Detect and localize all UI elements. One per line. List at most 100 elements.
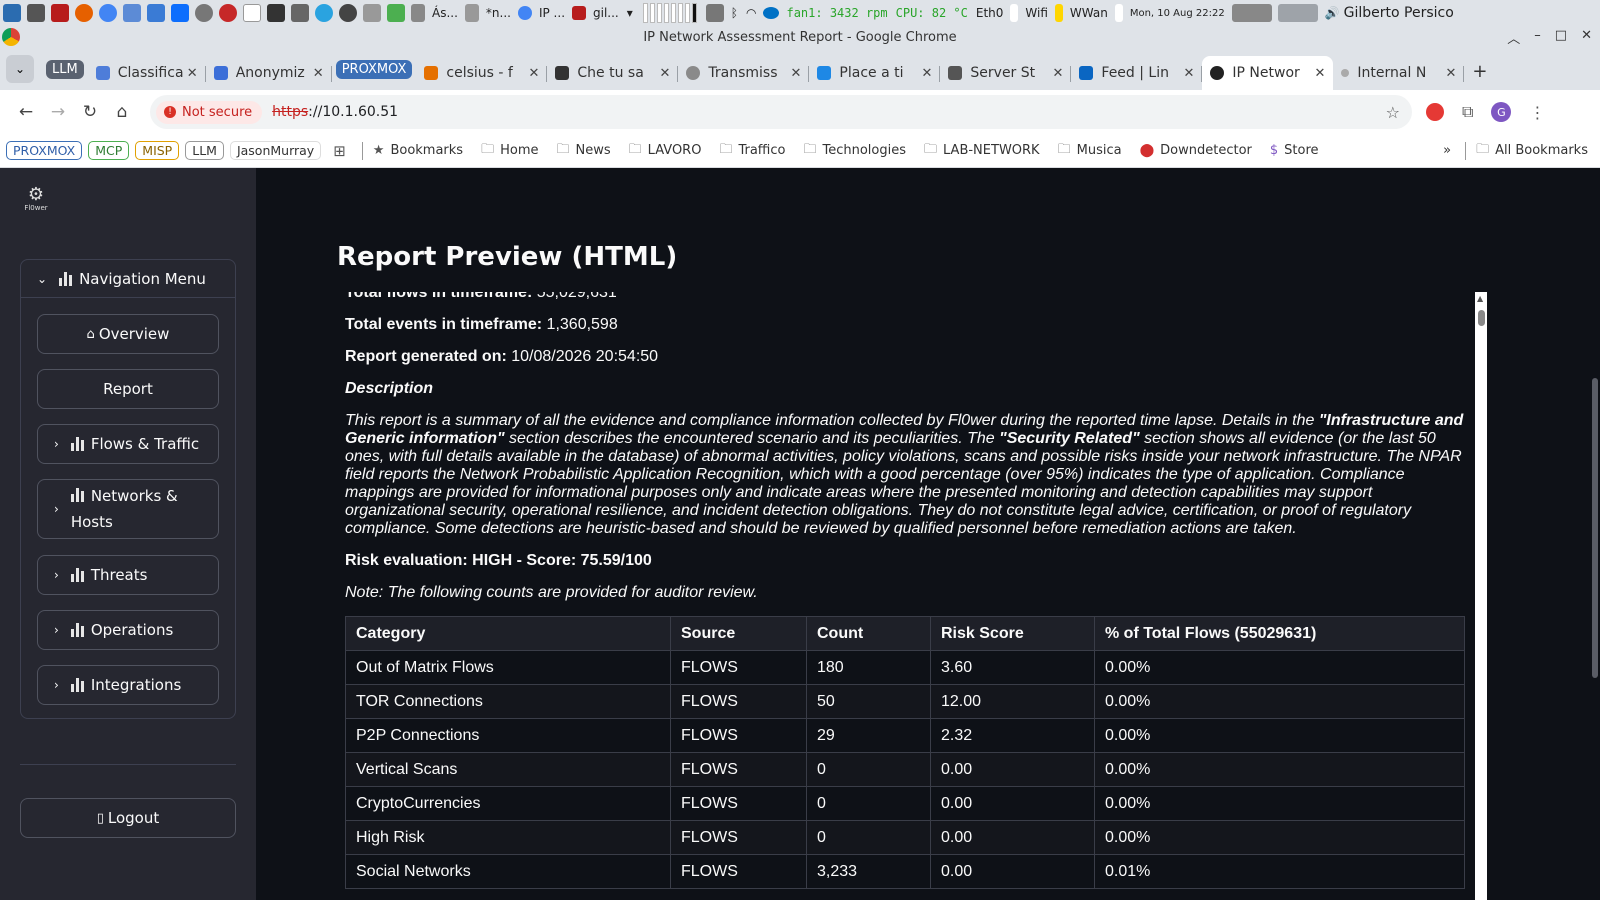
bookmark-group-mcp[interactable]: MCP bbox=[88, 141, 130, 160]
close-tab-icon[interactable]: ✕ bbox=[1053, 66, 1064, 81]
terminal-icon[interactable] bbox=[572, 6, 587, 20]
logout-button[interactable]: ▯ Logout bbox=[20, 798, 236, 838]
tab[interactable]: Feed | Lin ✕ bbox=[1071, 56, 1203, 90]
editor-icon[interactable] bbox=[363, 4, 381, 22]
scrollbar-thumb[interactable] bbox=[1478, 310, 1485, 326]
preview-scrollbar[interactable]: ▲ bbox=[1475, 292, 1487, 900]
network-icon[interactable] bbox=[147, 4, 165, 22]
tab[interactable]: Classifica ✕ bbox=[88, 56, 206, 90]
report-button[interactable]: Report bbox=[37, 369, 219, 409]
chrome-window-thumb[interactable] bbox=[1231, 4, 1272, 22]
page-scrollbar[interactable] bbox=[1592, 378, 1598, 678]
workspace-switcher[interactable] bbox=[642, 3, 697, 23]
tools-icon[interactable] bbox=[411, 4, 425, 22]
home-icon[interactable]: ⌂ bbox=[106, 96, 138, 128]
editor-icon[interactable] bbox=[464, 4, 479, 22]
overview-button[interactable]: ⌂ Overview bbox=[37, 314, 219, 354]
close-tab-icon[interactable]: ✕ bbox=[187, 66, 198, 81]
forward-icon[interactable]: → bbox=[42, 96, 74, 128]
address-bar[interactable]: ! Not secure https://10.1.60.51 ☆ bbox=[150, 95, 1412, 129]
profile-avatar[interactable]: G bbox=[1491, 102, 1512, 122]
tab[interactable]: Place a ti ✕ bbox=[809, 56, 941, 90]
bookmark-lab-network[interactable]: 🗀 LAB-NETWORK bbox=[924, 140, 1040, 162]
document-icon[interactable] bbox=[243, 4, 261, 22]
clock[interactable]: Mon, 10 Aug 22:22 bbox=[1130, 8, 1225, 19]
minimize-icon[interactable]: – bbox=[1534, 28, 1541, 47]
bookmark-star-icon[interactable]: ☆ bbox=[1386, 103, 1400, 122]
extensions-puzzle-icon[interactable]: ⧉ bbox=[1462, 102, 1473, 122]
chevron-down-icon[interactable]: ▾ bbox=[627, 6, 633, 20]
reload-icon[interactable]: ↻ bbox=[74, 96, 106, 128]
integrations-expander[interactable]: › Integrations bbox=[37, 665, 219, 705]
tray-window-label[interactable]: gil... bbox=[593, 6, 619, 20]
app-icon[interactable] bbox=[171, 4, 189, 22]
bookmark-home[interactable]: 🗀 Home bbox=[481, 140, 538, 162]
networks-hosts-expander[interactable]: › Networks & Hosts bbox=[37, 479, 219, 539]
bookmark-bookmarks[interactable]: ★ Bookmarks bbox=[373, 143, 463, 158]
app-icon[interactable] bbox=[219, 4, 237, 22]
back-icon[interactable]: ← bbox=[10, 96, 42, 128]
tab[interactable]: Transmiss ✕ bbox=[678, 56, 810, 90]
tab[interactable]: Che tu sa ✕ bbox=[547, 56, 679, 90]
bookmark-group-llm[interactable]: LLM bbox=[185, 141, 224, 160]
settings-icon[interactable] bbox=[27, 4, 45, 22]
bookmark-technologies[interactable]: 🗀 Technologies bbox=[803, 140, 906, 162]
scroll-up-icon[interactable]: ▲ bbox=[1477, 294, 1483, 303]
close-tab-icon[interactable]: ✕ bbox=[313, 66, 324, 81]
app-icon[interactable] bbox=[195, 4, 213, 22]
more-bookmarks-icon[interactable]: » bbox=[1443, 143, 1451, 158]
tab[interactable]: Server St ✕ bbox=[940, 56, 1072, 90]
more-menu-icon[interactable]: ⋮ bbox=[1529, 103, 1545, 122]
shield-icon[interactable] bbox=[267, 4, 285, 22]
report-preview-frame[interactable]: Total flows in timeframe: 55,029,631 Tot… bbox=[337, 292, 1471, 900]
bookmark-store[interactable]: $ Store bbox=[1270, 143, 1319, 158]
maximize-icon[interactable]: □ bbox=[1555, 28, 1567, 47]
tab-group-proxmox[interactable]: PROXMOX bbox=[335, 60, 413, 79]
url-text[interactable]: https://10.1.60.51 bbox=[272, 104, 398, 120]
new-tab-button[interactable]: + bbox=[1472, 61, 1487, 82]
bluetooth-icon[interactable]: ᛒ bbox=[731, 6, 738, 20]
bookmark-group-jasonmurray[interactable]: JasonMurray bbox=[229, 141, 322, 160]
apps-grid-icon[interactable]: ⊞ bbox=[333, 142, 346, 160]
wifi-icon[interactable]: ◠ bbox=[746, 6, 756, 20]
close-icon[interactable]: ✕ bbox=[1581, 28, 1592, 47]
chevron-up-icon[interactable]: ︿ bbox=[1507, 28, 1520, 47]
tab[interactable]: celsius - f ✕ bbox=[416, 56, 548, 90]
tab[interactable]: Internal N ✕ bbox=[1333, 56, 1465, 90]
chrome-icon[interactable] bbox=[517, 6, 532, 20]
close-tab-icon[interactable]: ✕ bbox=[1446, 66, 1457, 81]
extension-icon[interactable] bbox=[1426, 103, 1444, 121]
tools-icon[interactable] bbox=[291, 4, 309, 22]
bookmark-lavoro[interactable]: 🗀 LAVORO bbox=[629, 140, 702, 162]
bookmark-musica[interactable]: 🗀 Musica bbox=[1058, 140, 1122, 162]
threats-expander[interactable]: › Threats bbox=[37, 555, 219, 595]
close-tab-icon[interactable]: ✕ bbox=[791, 66, 802, 81]
app-launcher-icon[interactable] bbox=[3, 4, 21, 22]
tray-window-label[interactable]: *n... bbox=[486, 6, 511, 20]
tab-group-llm[interactable]: LLM bbox=[46, 60, 84, 79]
terminal-icon[interactable] bbox=[51, 4, 69, 22]
tray-window-label[interactable]: Ás... bbox=[432, 6, 458, 20]
operations-expander[interactable]: › Operations bbox=[37, 610, 219, 650]
firefox-icon[interactable] bbox=[75, 4, 93, 22]
tab[interactable]: Anonymiz ✕ bbox=[206, 56, 332, 90]
tray-window-label[interactable]: IP ... bbox=[539, 6, 565, 20]
navigation-menu-header[interactable]: ⌄ Navigation Menu bbox=[21, 260, 235, 298]
close-tab-icon[interactable]: ✕ bbox=[529, 66, 540, 81]
window-thumb[interactable] bbox=[1277, 4, 1318, 22]
bookmark-group-misp[interactable]: MISP bbox=[135, 141, 180, 160]
close-tab-icon[interactable]: ✕ bbox=[660, 66, 671, 81]
telegram-icon[interactable] bbox=[315, 4, 333, 22]
app-icon[interactable] bbox=[387, 4, 405, 22]
bookmark-traffico[interactable]: 🗀 Traffico bbox=[719, 140, 785, 162]
chrome-icon[interactable] bbox=[99, 4, 117, 22]
bookmark-downdetector[interactable]: ⬤ Downdetector bbox=[1140, 143, 1252, 158]
flows-traffic-expander[interactable]: › Flows & Traffic bbox=[37, 424, 219, 464]
tab-active[interactable]: IP Networ ✕ bbox=[1202, 56, 1334, 90]
tab-search-dropdown[interactable]: ⌄ bbox=[6, 55, 34, 83]
app-icon[interactable] bbox=[339, 4, 357, 22]
files-icon[interactable] bbox=[123, 4, 141, 22]
volume-icon[interactable]: 🔊 bbox=[1325, 6, 1340, 20]
all-bookmarks[interactable]: 🗀 All Bookmarks bbox=[1476, 140, 1588, 162]
bookmark-group-proxmox[interactable]: PROXMOX bbox=[6, 141, 83, 160]
